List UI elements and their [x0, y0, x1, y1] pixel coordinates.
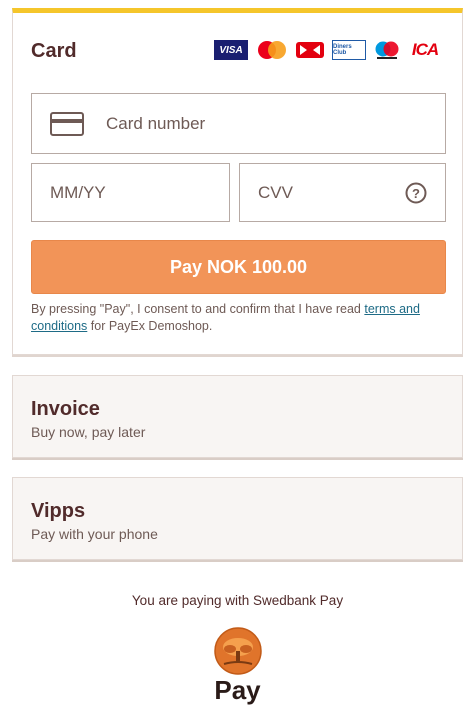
vipps-subtitle: Pay with your phone — [31, 526, 158, 542]
card-payment-panel: Card VISA Diners Club ICA Card number MM… — [12, 8, 463, 355]
consent-suffix: for PayEx Demoshop. — [87, 319, 213, 333]
cvv-field[interactable]: CVV ? — [239, 163, 446, 222]
payment-method-invoice[interactable]: Invoice Buy now, pay later — [12, 375, 463, 458]
ica-logo-icon: ICA — [411, 40, 439, 59]
dankort-logo-icon — [296, 40, 324, 60]
mastercard-logo-icon — [256, 40, 288, 60]
consent-prefix: By pressing "Pay", I consent to and conf… — [31, 302, 365, 316]
swedbank-pay-logo-text: Pay — [214, 675, 261, 705]
vipps-title: Vipps — [31, 500, 86, 522]
expiry-date-field[interactable]: MM/YY — [31, 163, 230, 222]
swedbank-oak-logo-icon — [214, 627, 262, 675]
help-question-icon[interactable]: ? — [405, 182, 427, 204]
card-number-placeholder: Card number — [106, 113, 206, 133]
card-title: Card — [31, 40, 77, 62]
svg-text:?: ? — [412, 186, 420, 201]
card-brands: VISA Diners Club ICA — [214, 39, 442, 61]
credit-card-icon — [50, 112, 84, 136]
visa-logo-icon: VISA — [214, 40, 248, 60]
maestro-logo-icon — [374, 40, 400, 60]
invoice-title: Invoice — [31, 398, 100, 420]
pay-button[interactable]: Pay NOK 100.00 — [31, 240, 446, 294]
payment-method-vipps[interactable]: Vipps Pay with your phone — [12, 477, 463, 560]
cvv-placeholder: CVV — [258, 182, 293, 202]
diners-club-logo-icon: Diners Club — [332, 40, 366, 60]
expiry-date-placeholder: MM/YY — [50, 182, 106, 202]
paying-with-text: You are paying with Swedbank Pay — [131, 593, 344, 608]
consent-text: By pressing "Pay", I consent to and conf… — [31, 301, 449, 335]
card-number-field[interactable]: Card number — [31, 93, 446, 154]
invoice-subtitle: Buy now, pay later — [31, 424, 146, 440]
